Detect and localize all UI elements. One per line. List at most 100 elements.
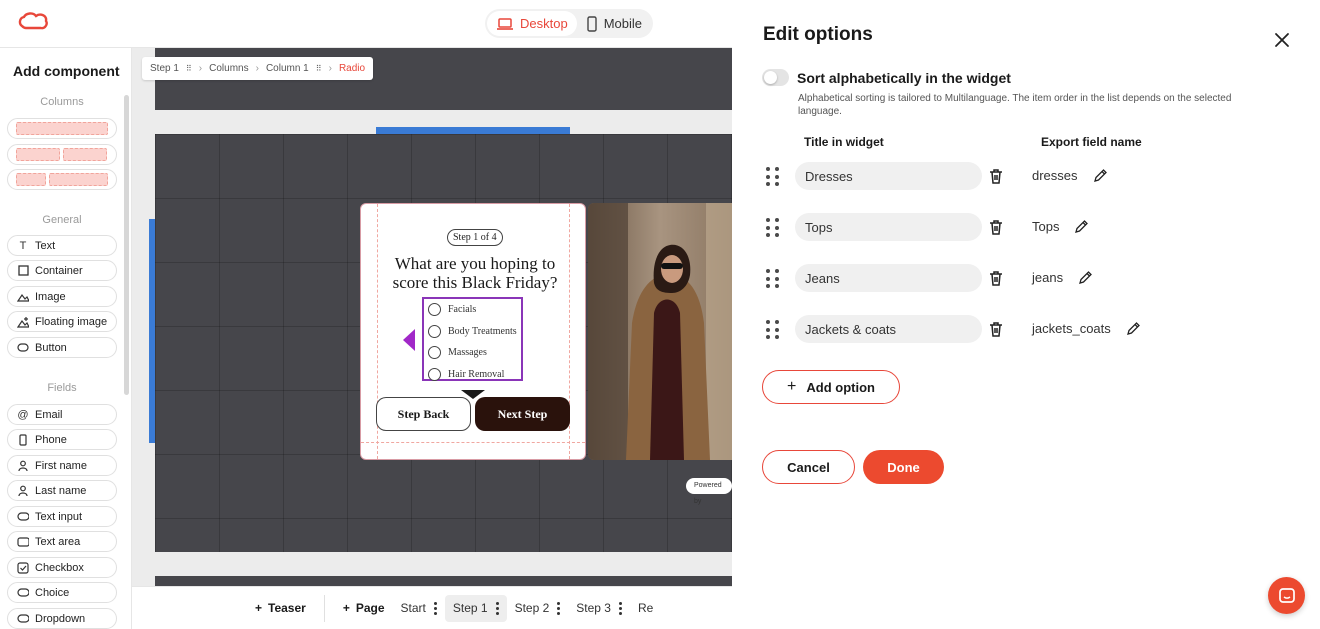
radio-option[interactable]: Hair Removal [424,364,521,386]
drag-handle-icon[interactable] [766,269,780,289]
add-option-button[interactable]: + Add option [762,370,900,404]
top-bar: Desktop Mobile [0,0,732,48]
step-tab-truncated[interactable]: Re [630,595,661,622]
add-choice-field[interactable]: Choice [7,582,117,603]
radio-option[interactable]: Facials [424,299,521,321]
radio-option-label: Facials [448,304,477,316]
add-image-component[interactable]: Image [7,286,117,307]
radio-circle-icon [428,346,441,360]
radio-option[interactable]: Body Treatments [424,321,521,343]
chat-icon [1278,587,1295,603]
text-input-icon [17,511,29,523]
trash-icon[interactable] [987,218,1005,236]
breadcrumb-columns[interactable]: Columns [209,63,248,74]
add-last-name-field[interactable]: Last name [7,480,117,501]
close-icon[interactable] [1273,31,1291,49]
next-section-block[interactable] [155,576,732,586]
trash-icon[interactable] [987,167,1005,185]
selection-handle-left[interactable] [149,219,155,443]
person-icon [17,485,29,497]
add-dropdown-field[interactable]: Dropdown [7,608,117,629]
add-container-component[interactable]: Container [7,260,117,281]
step-tab-start[interactable]: Start [393,595,445,622]
option-title-input[interactable] [795,264,982,292]
mobile-phone-icon [587,15,597,32]
add-text-input-field[interactable]: Text input [7,506,117,527]
pencil-icon[interactable] [1093,168,1108,183]
add-page-button[interactable]: + Page [335,595,393,622]
option-row: jackets_coats [762,315,1262,345]
component-label: Last name [35,484,87,497]
step-tab-label: Step 1 [452,601,488,615]
trash-icon[interactable] [987,320,1005,338]
sort-description: Alphabetical sorting is tailored to Mult… [798,93,1232,117]
chevron-right-icon: › [198,63,203,74]
radio-group-selected[interactable]: Facials Body Treatments Massages Hair Re… [422,297,523,381]
drag-handle-icon[interactable] [766,167,780,187]
mobile-toggle-button[interactable]: Mobile [577,11,651,36]
desktop-toggle-button[interactable]: Desktop [487,11,577,36]
hero-photo[interactable] [588,203,732,460]
done-button[interactable]: Done [863,450,944,484]
radio-circle-icon [428,324,441,338]
step-tab-step-1[interactable]: Step 1 [444,594,507,622]
step-tab-label: Re [637,601,654,615]
breadcrumb: Step 1 ⠿ › Columns › Column 1 ⠿ › Radio [142,57,374,80]
section-label-general: General [42,214,82,226]
add-first-name-field[interactable]: First name [7,455,117,476]
option-title-input[interactable] [795,162,982,190]
sort-alphabetically-toggle[interactable] [762,69,789,86]
add-text-component[interactable]: T Text [7,235,117,256]
breadcrumb-column[interactable]: Column 1 [266,63,309,74]
next-step-button[interactable]: Next Step [475,397,570,431]
teaser-label: Teaser [268,601,306,615]
component-label: Image [35,290,66,303]
step-tab-label: Step 2 [514,601,550,615]
export-field: dresses [1032,168,1108,183]
kebab-menu-icon[interactable] [618,601,622,615]
button-icon [17,342,29,354]
add-teaser-button[interactable]: + Teaser [247,595,314,622]
widget-question[interactable]: What are you hoping to score this Black … [375,254,575,292]
pencil-icon[interactable] [1078,270,1093,285]
selection-handle-top[interactable] [376,127,570,134]
chat-support-button[interactable] [1268,577,1305,614]
radio-option[interactable]: Massages [424,342,521,364]
add-checkbox-field[interactable]: Checkbox [7,557,117,578]
kebab-menu-icon[interactable] [495,601,499,615]
logo-icon[interactable] [18,12,48,39]
container-icon [17,265,29,277]
mobile-label: Mobile [603,16,642,31]
desktop-label: Desktop [520,16,568,31]
drag-handle-icon[interactable] [766,218,780,238]
pencil-icon[interactable] [1074,219,1089,234]
option-title-input[interactable] [795,213,982,241]
step-tab-step-2[interactable]: Step 2 [507,595,569,622]
add-phone-field[interactable]: Phone [7,429,117,450]
two-column-layout-button[interactable] [7,144,117,165]
edit-options-panel: Edit options Sort alphabetically in the … [732,0,1320,629]
kebab-menu-icon[interactable] [557,601,561,615]
widget-preview-card[interactable]: Step 1 of 4 What are you hoping to score… [360,203,586,460]
add-text-area-field[interactable]: Text area [7,531,117,552]
kebab-menu-icon[interactable] [433,601,437,615]
add-email-field[interactable]: @ Email [7,404,117,425]
drag-handle-icon[interactable]: ⠿ [316,64,322,73]
breadcrumb-step[interactable]: Step 1 [150,63,179,74]
drag-handle-icon[interactable]: ⠿ [186,64,192,73]
asymmetric-column-layout-button[interactable] [7,169,117,190]
step-navigation-bar: + Teaser + Page Start Step 1 Step 2 Step 3… [132,586,732,629]
powered-by-badge: Powered by [686,478,732,505]
step-back-button[interactable]: Step Back [376,397,471,431]
step-tab-step-3[interactable]: Step 3 [568,595,630,622]
add-floating-image-component[interactable]: Floating image [7,311,117,332]
drag-handle-icon[interactable] [766,320,780,340]
cancel-button[interactable]: Cancel [762,450,855,484]
one-column-layout-button[interactable] [7,118,117,139]
sidebar-scrollbar[interactable] [124,95,129,395]
trash-icon[interactable] [987,269,1005,287]
breadcrumb-current[interactable]: Radio [339,63,365,74]
pencil-icon[interactable] [1126,321,1141,336]
option-title-input[interactable] [795,315,982,343]
add-button-component[interactable]: Button [7,337,117,358]
